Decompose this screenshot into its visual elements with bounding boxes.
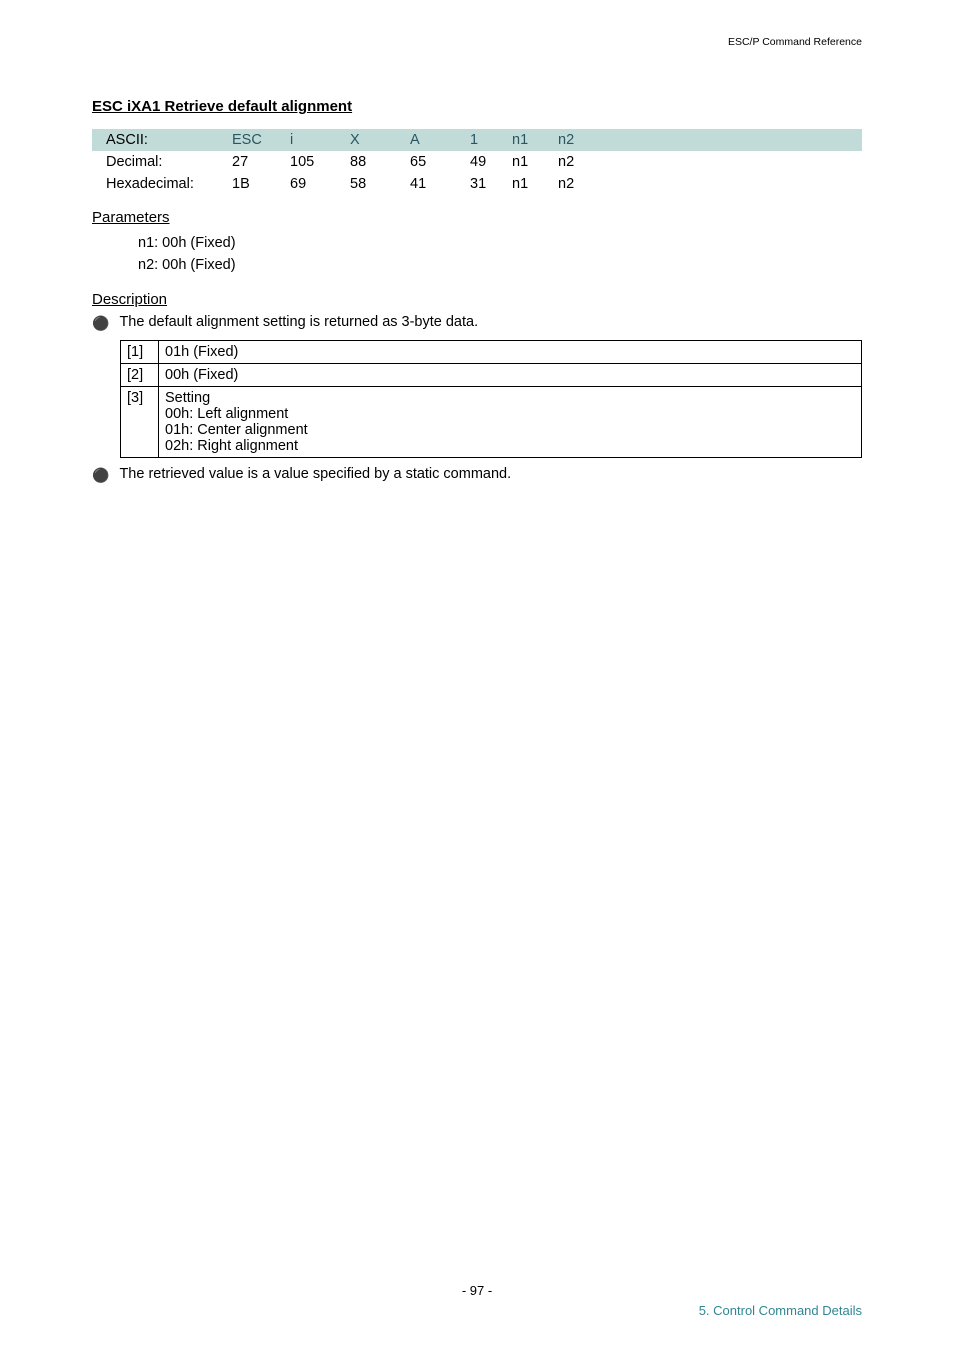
description-bullet: ⚫ The retrieved value is a value specifi… (92, 466, 862, 486)
cell: 31 (470, 173, 512, 195)
cell-value: 01h (Fixed) (159, 340, 862, 363)
cell: X (350, 129, 410, 151)
row-label: Decimal: (92, 151, 232, 173)
table-row: ASCII: ESC i X A 1 n1 n2 (92, 129, 862, 151)
table-row: Hexadecimal: 1B 69 58 41 31 n1 n2 (92, 173, 862, 195)
cell: 105 (290, 151, 350, 173)
table-row: [2] 00h (Fixed) (121, 363, 862, 386)
param-n2: n2: 00h (Fixed) (138, 254, 862, 276)
bullet-icon: ⚫ (92, 314, 109, 334)
cell: 1 (470, 129, 512, 151)
cell: n1 (512, 129, 558, 151)
bullet-text: The default alignment setting is returne… (119, 314, 478, 330)
cell: n1 (512, 151, 558, 173)
parameters-heading: Parameters (92, 209, 862, 226)
cell: 88 (350, 151, 410, 173)
cell: n2 (558, 151, 862, 173)
page-header-ref: ESC/P Command Reference (728, 36, 862, 48)
footer-chapter: 5. Control Command Details (699, 1303, 862, 1318)
cell-value: 00h (Fixed) (159, 363, 862, 386)
table-row: Decimal: 27 105 88 65 49 n1 n2 (92, 151, 862, 173)
return-bytes-table: [1] 01h (Fixed) [2] 00h (Fixed) [3] Sett… (120, 340, 862, 458)
cell-index: [3] (121, 386, 159, 457)
page-number: - 97 - (0, 1283, 954, 1298)
section-title: ESC iXA1 Retrieve default alignment (92, 98, 862, 115)
table-row: [3] Setting 00h: Left alignment 01h: Cen… (121, 386, 862, 457)
description-bullet: ⚫ The default alignment setting is retur… (92, 314, 862, 334)
cell: 69 (290, 173, 350, 195)
cell: 27 (232, 151, 290, 173)
cell: ESC (232, 129, 290, 151)
cell: 49 (470, 151, 512, 173)
cell: 1B (232, 173, 290, 195)
parameters-block: n1: 00h (Fixed) n2: 00h (Fixed) (92, 232, 862, 277)
cell: 41 (410, 173, 470, 195)
encoding-table: ASCII: ESC i X A 1 n1 n2 Decimal: 27 105… (92, 129, 862, 195)
cell-index: [2] (121, 363, 159, 386)
cell: 58 (350, 173, 410, 195)
bullet-text: The retrieved value is a value specified… (119, 466, 511, 482)
cell: n2 (558, 173, 862, 195)
cell-index: [1] (121, 340, 159, 363)
cell: 65 (410, 151, 470, 173)
bullet-icon: ⚫ (92, 466, 109, 486)
cell: n2 (558, 129, 862, 151)
description-heading: Description (92, 291, 862, 308)
table-row: [1] 01h (Fixed) (121, 340, 862, 363)
row-label: ASCII: (92, 129, 232, 151)
cell: n1 (512, 173, 558, 195)
cell: A (410, 129, 470, 151)
param-n1: n1: 00h (Fixed) (138, 232, 862, 254)
cell-value: Setting 00h: Left alignment 01h: Center … (159, 386, 862, 457)
cell: i (290, 129, 350, 151)
row-label: Hexadecimal: (92, 173, 232, 195)
